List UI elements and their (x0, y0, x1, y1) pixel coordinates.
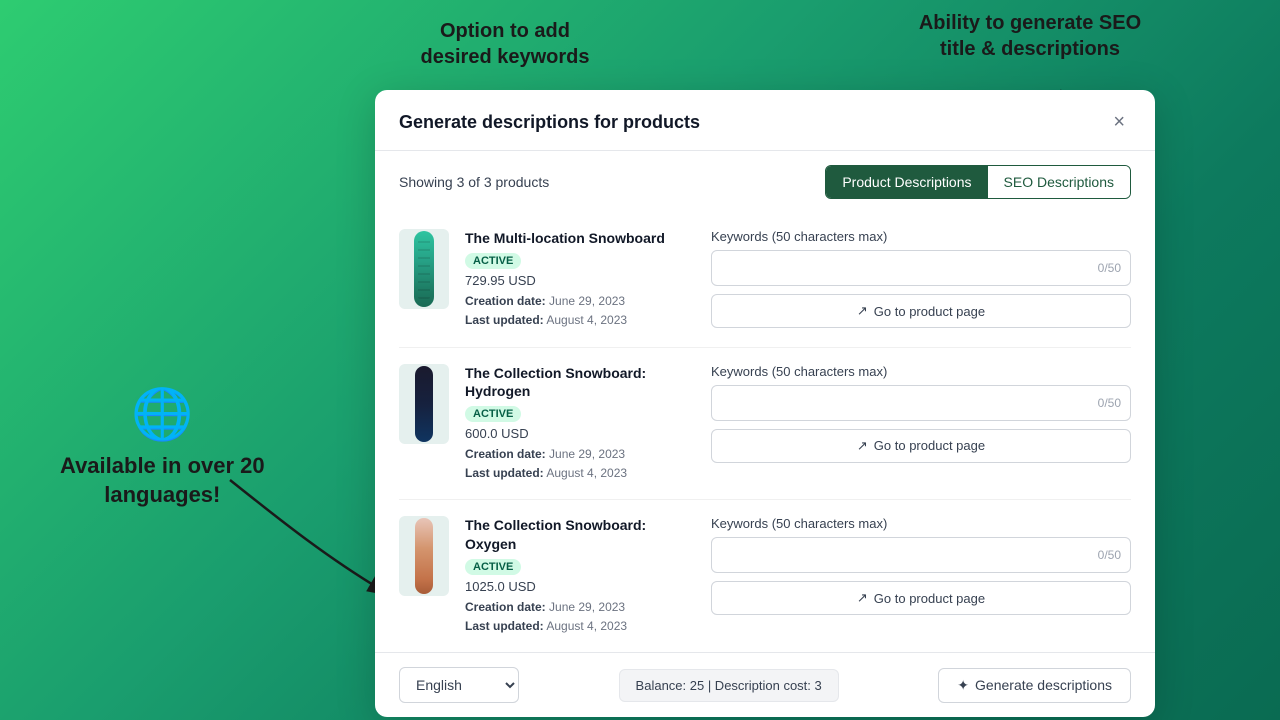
product-image (399, 229, 449, 309)
goto-product-btn-1[interactable]: ↗ Go to product page (711, 294, 1131, 328)
keywords-input-wrap-1: 0/50 (711, 250, 1131, 286)
product-price-2: 600.0 USD (465, 426, 695, 441)
goto-product-btn-3[interactable]: ↗ Go to product page (711, 581, 1131, 615)
keywords-count-2: 0/50 (1098, 396, 1121, 410)
product-price-3: 1025.0 USD (465, 579, 695, 594)
modal-title: Generate descriptions for products (399, 112, 700, 133)
keywords-input-3[interactable] (711, 537, 1131, 573)
tab-group: Product Descriptions SEO Descriptions (825, 165, 1131, 199)
modal-header: Generate descriptions for products × (375, 90, 1155, 151)
goto-product-btn-2[interactable]: ↗ Go to product page (711, 429, 1131, 463)
product-list: The Multi-location Snowboard ACTIVE 729.… (375, 213, 1155, 652)
product-meta-3: Creation date: June 29, 2023 Last update… (465, 598, 695, 636)
generate-descriptions-button[interactable]: ✦ Generate descriptions (938, 668, 1131, 703)
sparkle-icon: ✦ (957, 677, 969, 694)
keywords-label-1: Keywords (50 characters max) (711, 229, 1131, 244)
external-link-icon-3: ↗ (857, 590, 868, 606)
keywords-annotation: Option to adddesired keywords (395, 18, 615, 70)
close-button[interactable]: × (1107, 110, 1131, 134)
tab-product-descriptions[interactable]: Product Descriptions (826, 166, 987, 198)
table-row: The Multi-location Snowboard ACTIVE 729.… (399, 213, 1131, 348)
modal-footer: English Balance: 25 | Description cost: … (375, 652, 1155, 717)
product-image-3 (399, 516, 449, 596)
product-keywords-1: Keywords (50 characters max) 0/50 ↗ Go t… (711, 229, 1131, 328)
table-row: The Collection Snowboard: Oxygen ACTIVE … (399, 500, 1131, 652)
balance-info: Balance: 25 | Description cost: 3 (619, 669, 839, 702)
snowboard-graphic-3 (415, 518, 433, 594)
product-keywords-2: Keywords (50 characters max) 0/50 ↗ Go t… (711, 364, 1131, 463)
product-image-2 (399, 364, 449, 444)
language-select[interactable]: English (399, 667, 519, 703)
product-name-3: The Collection Snowboard: Oxygen (465, 516, 695, 552)
product-meta-1: Creation date: June 29, 2023 Last update… (465, 292, 695, 330)
product-price-1: 729.95 USD (465, 273, 695, 288)
product-info-2: The Collection Snowboard: Hydrogen ACTIV… (465, 364, 695, 484)
main-modal: Generate descriptions for products × Sho… (375, 90, 1155, 717)
seo-annotation: Ability to generate SEOtitle & descripti… (890, 10, 1170, 62)
product-status-1: ACTIVE (465, 253, 521, 269)
external-link-icon-2: ↗ (857, 438, 868, 454)
keywords-count-3: 0/50 (1098, 548, 1121, 562)
modal-toolbar: Showing 3 of 3 products Product Descript… (375, 151, 1155, 213)
keywords-input-1[interactable] (711, 250, 1131, 286)
tab-seo-descriptions[interactable]: SEO Descriptions (988, 166, 1130, 198)
languages-annotation: 🌐 Available in over 20languages! (60, 385, 265, 509)
product-info-3: The Collection Snowboard: Oxygen ACTIVE … (465, 516, 695, 636)
external-link-icon-1: ↗ (857, 303, 868, 319)
product-status-3: ACTIVE (465, 559, 521, 575)
product-meta-2: Creation date: June 29, 2023 Last update… (465, 445, 695, 483)
keywords-input-2[interactable] (711, 385, 1131, 421)
keywords-label-3: Keywords (50 characters max) (711, 516, 1131, 531)
table-row: The Collection Snowboard: Hydrogen ACTIV… (399, 348, 1131, 501)
product-keywords-3: Keywords (50 characters max) 0/50 ↗ Go t… (711, 516, 1131, 615)
product-name-1: The Multi-location Snowboard (465, 229, 695, 247)
showing-text: Showing 3 of 3 products (399, 174, 549, 190)
keywords-count-1: 0/50 (1098, 261, 1121, 275)
languages-label: Available in over 20languages! (60, 452, 265, 509)
product-info-1: The Multi-location Snowboard ACTIVE 729.… (465, 229, 695, 331)
keywords-input-wrap-2: 0/50 (711, 385, 1131, 421)
keywords-label-2: Keywords (50 characters max) (711, 364, 1131, 379)
translate-icon: 🌐 (60, 385, 265, 444)
keywords-input-wrap-3: 0/50 (711, 537, 1131, 573)
snowboard-graphic-1 (414, 231, 434, 307)
snowboard-graphic-2 (415, 366, 433, 442)
product-name-2: The Collection Snowboard: Hydrogen (465, 364, 695, 400)
product-status-2: ACTIVE (465, 406, 521, 422)
